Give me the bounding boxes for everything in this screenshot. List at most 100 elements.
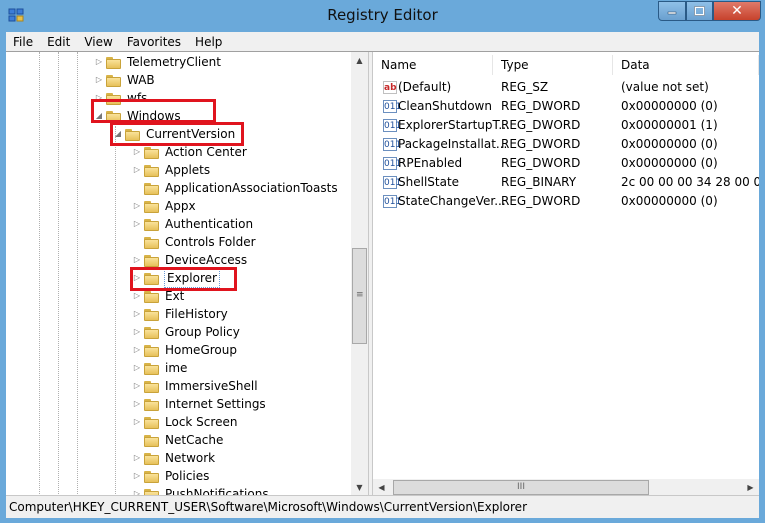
tree-item[interactable]: ▷ Lock Screen [132, 413, 238, 431]
value-row[interactable]: ab (Default) REG_SZ (value not set) [373, 78, 759, 97]
binary-value-icon: 011 [383, 100, 402, 113]
tree-item[interactable]: ▷ Group Policy [132, 323, 240, 341]
tree-item[interactable]: ▷ ImmersiveShell [132, 377, 258, 395]
menu-file[interactable]: File [6, 35, 40, 49]
tree-item[interactable]: ▷ WAB [94, 71, 155, 89]
tree-item-label: WAB [127, 73, 155, 87]
tree-guide-line [58, 52, 59, 496]
list-horizontal-scrollbar[interactable]: ◀ III ▶ [373, 479, 759, 496]
value-name: ExplorerStartupT... [398, 118, 510, 132]
expand-arrow-icon[interactable]: ▷ [132, 215, 142, 233]
scroll-left-icon[interactable]: ◀ [373, 479, 390, 496]
value-name: RPEnabled [398, 156, 463, 170]
tree-item[interactable]: ApplicationAssociationToasts [132, 179, 338, 197]
menu-favorites[interactable]: Favorites [120, 35, 188, 49]
folder-icon [144, 308, 161, 321]
value-row[interactable]: 011 RPEnabled REG_DWORD 0x00000000 (0) [373, 154, 759, 173]
tree-item[interactable]: ▷ HomeGroup [132, 341, 237, 359]
expand-arrow-icon[interactable]: ▷ [132, 413, 142, 431]
tree-item-label: ime [165, 361, 188, 375]
tree-item-label: Lock Screen [165, 415, 238, 429]
tree-guide-line [115, 126, 116, 496]
tree-vertical-scrollbar[interactable]: ▲ ≡ ▼ [351, 52, 368, 496]
expand-arrow-icon[interactable]: ▷ [94, 53, 104, 71]
folder-icon [144, 452, 161, 465]
expand-arrow-icon[interactable]: ▷ [132, 161, 142, 179]
expand-arrow-icon[interactable]: ▷ [132, 359, 142, 377]
menu-bar: File Edit View Favorites Help [6, 32, 759, 51]
scroll-up-icon[interactable]: ▲ [351, 52, 368, 69]
expand-arrow-icon[interactable]: ▷ [132, 467, 142, 485]
scroll-grip: ≡ [356, 290, 364, 300]
scroll-down-icon[interactable]: ▼ [351, 479, 368, 496]
folder-icon [144, 200, 161, 213]
folder-icon [144, 218, 161, 231]
expand-arrow-icon[interactable]: ▷ [132, 395, 142, 413]
scroll-thumb[interactable]: ≡ [352, 248, 367, 344]
menu-view[interactable]: View [77, 35, 119, 49]
value-data: 0x00000000 (0) [621, 99, 718, 113]
title-bar[interactable]: Registry Editor ✕ [0, 0, 765, 32]
tree-item[interactable]: ▷ ime [132, 359, 187, 377]
highlight-box-explorer [130, 267, 237, 291]
minimize-button[interactable] [658, 1, 686, 21]
expand-arrow-icon[interactable]: ▷ [132, 449, 142, 467]
registry-editor-window: Registry Editor ✕ File Edit View Favorit… [0, 0, 765, 523]
value-type: REG_SZ [501, 80, 549, 94]
expand-arrow-icon[interactable]: ▷ [132, 341, 142, 359]
scroll-thumb[interactable]: III [393, 480, 649, 495]
value-data: 0x00000000 (0) [621, 194, 718, 208]
value-row[interactable]: 011 StateChangeVer... REG_DWORD 0x00000000 … [373, 192, 759, 211]
current-key-path: Computer\HKEY_CURRENT_USER\Software\Micr… [9, 500, 527, 514]
scroll-right-icon[interactable]: ▶ [742, 479, 759, 496]
folder-icon [144, 398, 161, 411]
expand-arrow-icon[interactable]: ▷ [132, 323, 142, 341]
tree-item[interactable]: ▷ Appx [132, 197, 196, 215]
value-type: REG_DWORD [501, 118, 581, 132]
tree-item[interactable]: ▷ Authentication [132, 215, 253, 233]
expand-arrow-icon[interactable]: ▷ [132, 377, 142, 395]
close-icon: ✕ [731, 3, 743, 19]
folder-icon [144, 236, 161, 249]
value-type: REG_DWORD [501, 137, 581, 151]
tree-item[interactable]: ▷ TelemetryClient [94, 53, 221, 71]
tree-item-label: Internet Settings [165, 397, 266, 411]
value-row[interactable]: 011 ExplorerStartupT... REG_DWORD 0x0000000… [373, 116, 759, 135]
maximize-button[interactable] [686, 1, 713, 21]
maximize-icon [694, 6, 705, 16]
value-row[interactable]: 011 CleanShutdown REG_DWORD 0x00000000 (0) [373, 97, 759, 116]
folder-icon [144, 344, 161, 357]
folder-icon [144, 326, 161, 339]
folder-icon [144, 434, 161, 447]
folder-icon [144, 290, 161, 303]
tree-item-label: TelemetryClient [127, 55, 221, 69]
registry-tree[interactable]: ▷ TelemetryClient ▷ WAB ▷ wfs ◢ Windows ◢ Current… [6, 52, 368, 496]
menu-help[interactable]: Help [188, 35, 229, 49]
values-list[interactable]: Name Type Data ab (Default) REG_SZ (value n… [373, 52, 759, 496]
tree-item[interactable]: Controls Folder [132, 233, 256, 251]
value-data: 2c 00 00 00 34 28 00 00 00 [621, 175, 759, 189]
tree-item-label: Applets [165, 163, 211, 177]
tree-item[interactable]: ▷ Network [132, 449, 215, 467]
window-title: Registry Editor [327, 6, 438, 24]
column-header-name[interactable]: Name [373, 55, 493, 75]
value-name: StateChangeVer... [398, 194, 506, 208]
tree-item[interactable]: ▷ Policies [132, 467, 209, 485]
column-header-type[interactable]: Type [493, 55, 613, 75]
expand-arrow-icon[interactable]: ▷ [132, 197, 142, 215]
value-name: PackageInstallat... [398, 137, 508, 151]
tree-item[interactable]: ▷ Internet Settings [132, 395, 266, 413]
tree-item-label: NetCache [165, 433, 224, 447]
tree-item[interactable]: ▷ FileHistory [132, 305, 228, 323]
close-button[interactable]: ✕ [713, 1, 761, 21]
expand-arrow-icon[interactable]: ▷ [132, 305, 142, 323]
expand-arrow-icon[interactable]: ▷ [94, 71, 104, 89]
column-header-data[interactable]: Data [613, 55, 759, 75]
menu-edit[interactable]: Edit [40, 35, 77, 49]
tree-item[interactable]: ▷ Applets [132, 161, 210, 179]
value-row[interactable]: 011 PackageInstallat... REG_DWORD 0x0000000… [373, 135, 759, 154]
folder-icon [106, 74, 123, 87]
value-type: REG_DWORD [501, 99, 581, 113]
value-row[interactable]: 011 ShellState REG_BINARY 2c 00 00 00 34 28… [373, 173, 759, 192]
tree-item[interactable]: NetCache [132, 431, 223, 449]
